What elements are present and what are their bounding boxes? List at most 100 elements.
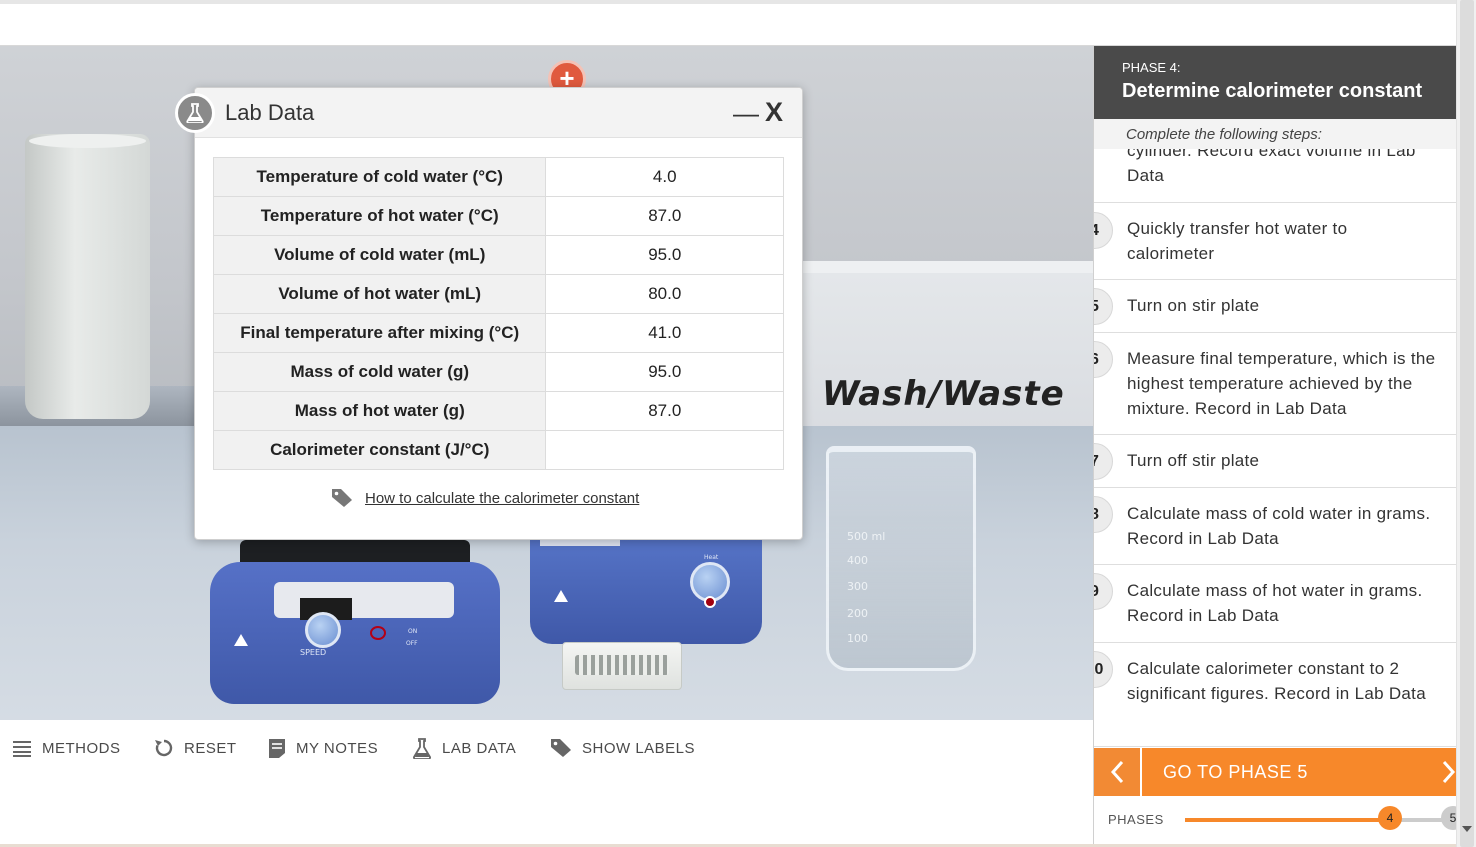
step-9[interactable]: 9 Calculate mass of hot water in grams. … xyxy=(1094,565,1456,643)
speed-label: SPEED xyxy=(300,648,327,657)
row-value[interactable]: 4.0 xyxy=(545,157,784,197)
row-label: Volume of hot water (mL) xyxy=(212,274,547,314)
methods-label: METHODS xyxy=(42,739,121,757)
phase-progress-fill xyxy=(1185,818,1390,822)
beaker-mark-500: 500 ml xyxy=(847,530,886,543)
step-number: 6 xyxy=(1094,341,1113,378)
flask-icon xyxy=(175,93,215,133)
step-10[interactable]: 10 Calculate calorimeter constant to 2 s… xyxy=(1094,643,1456,747)
reset-button[interactable]: RESET xyxy=(154,737,237,759)
modal-title: Lab Data xyxy=(225,100,315,125)
step-number: 10 xyxy=(1094,651,1113,688)
step-number: 5 xyxy=(1094,288,1113,325)
row-value[interactable]: 80.0 xyxy=(545,274,784,314)
show-labels-button[interactable]: SHOW LABELS xyxy=(550,737,695,759)
beaker-mark-400: 400 xyxy=(847,554,868,567)
sink-label: Wash/Waste xyxy=(822,374,1065,414)
my-notes-label: MY NOTES xyxy=(296,739,379,757)
row-label: Mass of cold water (g) xyxy=(212,352,547,392)
step-4[interactable]: 4 Quickly transfer hot water to calorime… xyxy=(1094,203,1456,280)
reset-label: RESET xyxy=(184,739,237,757)
on-off-indicator[interactable] xyxy=(370,626,386,640)
row-label: Temperature of hot water (°C) xyxy=(212,196,547,236)
scroll-thumb[interactable] xyxy=(1460,0,1474,847)
step-text: Measure final temperature, which is the … xyxy=(1127,349,1436,418)
previous-phase-button[interactable] xyxy=(1094,748,1142,796)
reset-icon xyxy=(155,739,173,757)
table-row: Mass of hot water (g) 87.0 xyxy=(212,391,784,431)
step-text: Calculate mass of cold water in grams. R… xyxy=(1127,504,1431,548)
phase-dot-next[interactable]: 5 xyxy=(1441,806,1456,830)
cup-stack[interactable] xyxy=(25,134,150,426)
bottom-toolbar: METHODS RESET MY NOTES LAB DATA SHOW LAB… xyxy=(0,720,1093,844)
on-label: ON xyxy=(408,628,418,635)
beaker-mark-100: 100 xyxy=(847,632,868,645)
off-label: OFF xyxy=(406,640,418,647)
step-7[interactable]: 7 Turn off stir plate xyxy=(1094,435,1456,488)
phase-dot-current[interactable]: 4 xyxy=(1378,806,1402,830)
speed-knob[interactable] xyxy=(305,612,341,648)
list-icon xyxy=(13,741,31,757)
row-label: Mass of hot water (g) xyxy=(212,391,547,431)
step-text: Turn off stir plate xyxy=(1127,451,1260,470)
tag-icon xyxy=(551,739,571,757)
step-number: 7 xyxy=(1094,443,1113,480)
step-6[interactable]: 6 Measure final temperature, which is th… xyxy=(1094,333,1456,435)
modal-header[interactable]: Lab Data — X xyxy=(175,88,802,138)
steps-hint: Complete the following steps: xyxy=(1094,119,1456,149)
howto-link-text[interactable]: How to calculate the calorimeter constan… xyxy=(365,490,639,507)
table-row: Volume of hot water (mL) 80.0 xyxy=(212,274,784,314)
lab-data-button[interactable]: LAB DATA xyxy=(412,737,516,759)
step-8[interactable]: 8 Calculate mass of cold water in grams.… xyxy=(1094,488,1456,565)
step-number: 9 xyxy=(1094,573,1113,610)
notes-icon xyxy=(269,738,285,758)
stir-bar-tray[interactable] xyxy=(562,642,682,690)
scrollbar[interactable] xyxy=(1456,0,1476,847)
row-label: Temperature of cold water (°C) xyxy=(212,157,547,197)
chevron-left-icon xyxy=(1110,760,1124,784)
step-text: Turn on stir plate xyxy=(1127,296,1260,315)
step-text: Calculate calorimeter constant to 2 sign… xyxy=(1127,659,1426,703)
row-label: Volume of cold water (mL) xyxy=(212,235,547,275)
step-number: 8 xyxy=(1094,496,1113,533)
minimize-button[interactable]: — xyxy=(733,98,759,129)
scroll-down-icon[interactable] xyxy=(1462,826,1472,832)
row-value[interactable]: 95.0 xyxy=(545,352,784,392)
phase-panel: PHASE 4: Determine calorimeter constant … xyxy=(1093,46,1456,844)
my-notes-button[interactable]: MY NOTES xyxy=(268,737,378,759)
warning-icon xyxy=(554,590,568,602)
stir-plate[interactable]: SPEED ON OFF xyxy=(210,540,500,705)
hot-plate[interactable]: Heat xyxy=(530,536,762,644)
row-value[interactable]: 87.0 xyxy=(545,391,784,431)
show-labels-label: SHOW LABELS xyxy=(582,739,696,757)
ice-water-beaker[interactable]: 500 ml 400 300 200 100 xyxy=(826,446,976,671)
calorimeter-constant-field[interactable] xyxy=(545,430,784,470)
methods-button[interactable]: METHODS xyxy=(12,737,121,759)
step-text: Quickly transfer hot water to calorimete… xyxy=(1127,219,1348,263)
table-row: Final temperature after mixing (°C) 41.0 xyxy=(212,313,784,353)
row-value[interactable]: 95.0 xyxy=(545,235,784,275)
lab-data-label: LAB DATA xyxy=(442,739,517,757)
howto-link[interactable]: How to calculate the calorimeter constan… xyxy=(331,488,639,508)
step-text: Calculate mass of hot water in grams. Re… xyxy=(1127,581,1423,625)
lab-data-table: Temperature of cold water (°C) 4.0 Tempe… xyxy=(212,157,784,470)
table-row: Temperature of hot water (°C) 87.0 xyxy=(212,196,784,236)
phase-title: Determine calorimeter constant xyxy=(1122,80,1423,102)
row-label: Final temperature after mixing (°C) xyxy=(212,313,547,353)
top-bar xyxy=(0,0,1456,46)
go-to-phase-button[interactable]: GO TO PHASE 5 xyxy=(1094,748,1456,796)
heat-indicator xyxy=(704,596,716,608)
chevron-right-icon xyxy=(1442,760,1456,784)
row-value[interactable]: 41.0 xyxy=(545,313,784,353)
table-row: Mass of cold water (g) 95.0 xyxy=(212,352,784,392)
phases-label: PHASES xyxy=(1108,812,1164,827)
close-button[interactable]: X xyxy=(765,97,783,128)
row-value[interactable]: 87.0 xyxy=(545,196,784,236)
phase-progress-track[interactable] xyxy=(1185,818,1456,822)
beaker-mark-200: 200 xyxy=(847,607,868,620)
step-5[interactable]: 5 Turn on stir plate xyxy=(1094,280,1456,333)
warning-icon xyxy=(234,634,248,646)
phase-header: PHASE 4: Determine calorimeter constant xyxy=(1094,46,1456,119)
heat-label: Heat xyxy=(704,554,719,561)
row-label: Calorimeter constant (J/°C) xyxy=(212,430,547,470)
